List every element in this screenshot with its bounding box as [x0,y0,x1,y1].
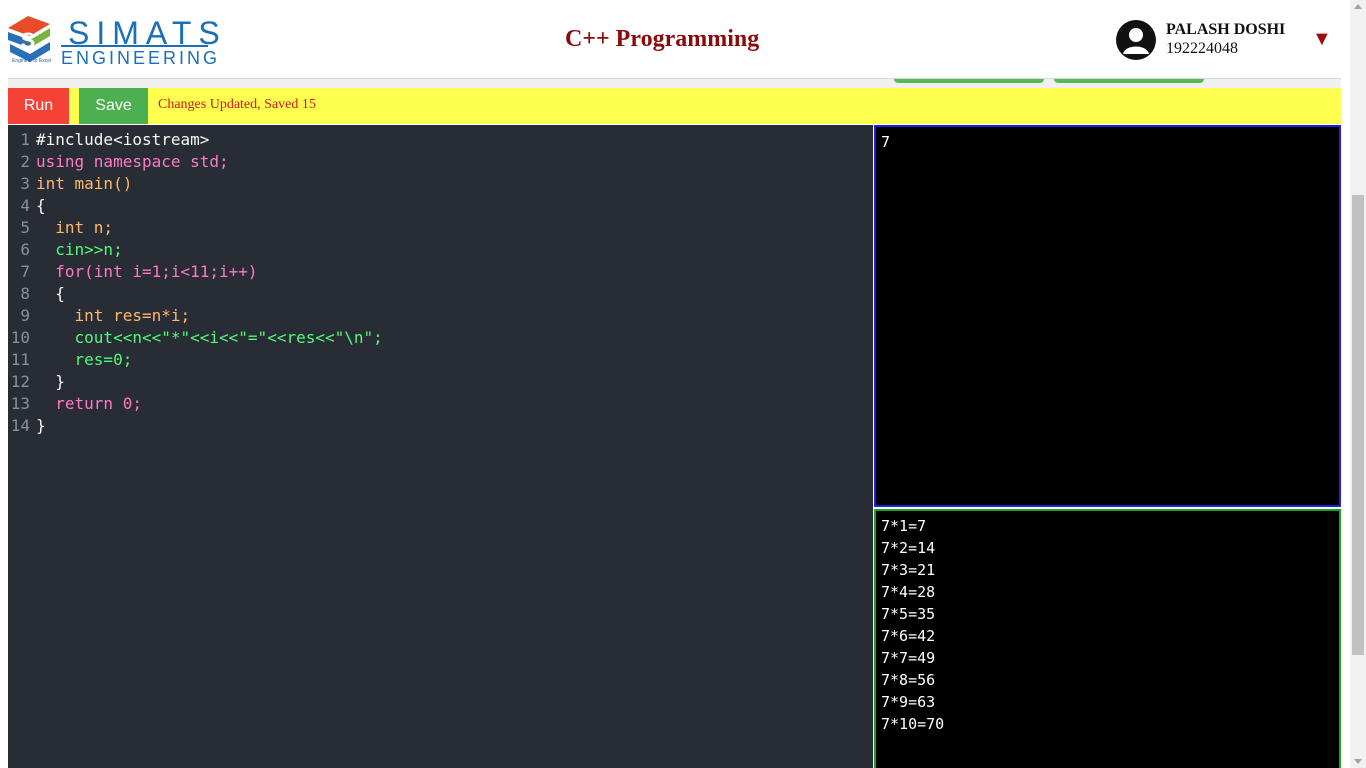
output-line: 7*2=14 [881,539,936,557]
hidden-action-button[interactable] [1054,79,1204,83]
line-number: 9 [20,306,30,325]
line-number: 4 [20,196,30,215]
output-line: 7*9=63 [881,693,936,711]
save-button[interactable]: Save [79,88,148,124]
code-text: { [36,284,65,303]
code-line: 8 { [8,283,873,305]
code-line: 11 res=0; [8,349,873,371]
user-name: PALASH DOSHI [1166,21,1286,38]
output-line: 7*3=21 [881,561,936,579]
code-line: 7 for(int i=1;i<11;i++) [8,261,873,283]
action-strip [8,78,1341,88]
avatar[interactable] [1116,20,1156,60]
code-line: 13 return 0; [8,393,873,415]
simats-logo[interactable]: S SIMATS ENGINEERING Engineer to Excel [8,14,220,70]
save-status: Changes Updated, Saved 15 [158,97,316,112]
logo-mark-icon: S [8,16,50,62]
code-line: 1 #include<iostream> [8,129,873,151]
code-text: } [36,416,46,435]
run-button[interactable]: Run [8,88,69,124]
page-title: C++ Programming [565,26,760,52]
output-line: 7*4=28 [881,583,936,601]
output-line: 7*5=35 [881,605,936,623]
line-number: 11 [10,350,30,369]
code-line: 12 } [8,371,873,393]
code-text: int n; [36,218,114,237]
line-number: 6 [20,240,30,259]
code-text: res=0; [36,350,133,369]
app-header: S SIMATS ENGINEERING Engineer to Excel C… [0,0,1350,80]
code-line: 14} [8,415,873,437]
line-number: 13 [10,394,30,413]
code-line: 10 cout<<n<<"*"<<i<<"="<<res<<"\n"; [8,327,873,349]
code-line: 5 int n; [8,217,873,239]
output-line: 7*10=70 [881,715,945,733]
line-number: 2 [20,152,30,171]
line-number: 1 [20,130,30,149]
chevron-down-icon[interactable]: ▼ [1312,28,1332,51]
code-text: #include<iostream> [36,130,210,149]
line-number: 5 [20,218,30,237]
input-value: 7 [881,133,891,151]
code-text: int main() [36,174,133,193]
svg-text:S: S [21,28,36,53]
line-number: 10 [10,328,30,347]
user-icon [1123,28,1149,54]
line-number: 14 [10,416,30,435]
code-line: 3 int main() [8,173,873,195]
scroll-down-icon[interactable] [1354,759,1362,764]
code-line: 6 cin>>n; [8,239,873,261]
output-line: 7*8=56 [881,671,936,689]
stdin-input[interactable]: 7 [874,125,1341,507]
code-text: } [36,372,65,391]
scrollbar-thumb[interactable] [1352,195,1364,655]
code-text: int res=n*i; [36,306,191,325]
code-text: cin>>n; [36,240,123,259]
logo-divider [61,45,208,47]
output-line: 7*1=7 [881,517,927,535]
code-editor[interactable]: 1 #include<iostream> 2 using namespace std… [8,125,873,768]
code-line: 4{ [8,195,873,217]
program-output: 7*1=7 7*2=14 7*3=21 7*4=28 7*5=35 7*6=42… [874,509,1341,768]
logo-text-engineering: ENGINEERING [61,48,221,68]
logo-tagline: Engineer to Excel [12,58,52,64]
line-number: 12 [10,372,30,391]
code-text: cout<<n<<"*"<<i<<"="<<res<<"\n"; [36,328,383,347]
code-text: for(int i=1;i<11;i++) [36,262,258,281]
line-number: 8 [20,284,30,303]
code-text: using namespace std; [36,152,229,171]
scroll-up-icon[interactable] [1354,4,1362,9]
output-line: 7*7=49 [881,649,936,667]
code-text: return 0; [36,394,142,413]
code-line: 9 int res=n*i; [8,305,873,327]
hidden-action-button[interactable] [894,79,1044,83]
output-line: 7*6=42 [881,627,936,645]
page-scrollbar[interactable] [1350,0,1366,768]
line-number: 7 [20,262,30,281]
user-id: 192224048 [1166,40,1238,57]
code-line: 2 using namespace std; [8,151,873,173]
editor-toolbar: Run Save Changes Updated, Saved 15 [8,88,1341,124]
code-text: { [36,196,46,215]
line-number: 3 [20,174,30,193]
